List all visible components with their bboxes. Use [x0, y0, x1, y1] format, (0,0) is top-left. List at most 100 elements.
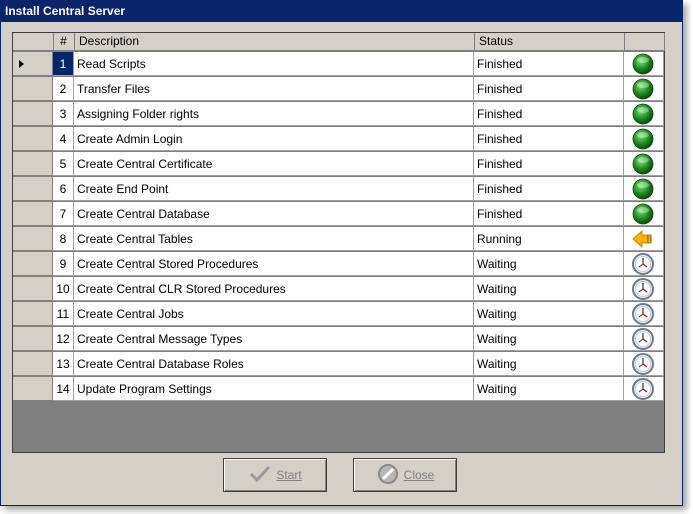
row-selector[interactable]	[13, 252, 53, 276]
row-status: Waiting	[474, 377, 624, 401]
row-selector[interactable]	[13, 52, 53, 76]
row-description: Create Central Stored Procedures	[74, 252, 474, 276]
row-number: 2	[53, 77, 74, 101]
table-row[interactable]: 14 Update Program Settings Waiting	[13, 377, 664, 401]
running-arrow-icon	[632, 230, 652, 248]
green-check-icon	[632, 128, 654, 150]
check-icon	[248, 462, 272, 489]
cancel-icon	[376, 462, 400, 489]
row-status-icon-cell	[624, 277, 664, 301]
close-label: Close	[403, 468, 435, 482]
row-status-icon-cell	[624, 377, 664, 401]
row-description: Transfer Files	[74, 77, 474, 101]
row-status-icon-cell	[624, 77, 664, 101]
row-selector[interactable]	[13, 127, 53, 151]
clock-icon	[632, 303, 654, 325]
row-selector[interactable]	[13, 352, 53, 376]
row-description: Create Central Tables	[74, 227, 474, 251]
header-status[interactable]: Status	[474, 33, 625, 51]
current-row-arrow-icon	[19, 60, 24, 68]
row-selector[interactable]	[13, 77, 53, 101]
green-check-icon	[632, 203, 654, 225]
start-button[interactable]: Start	[223, 458, 327, 492]
row-status: Waiting	[474, 302, 624, 326]
row-status-icon-cell	[624, 252, 664, 276]
header-selector	[13, 33, 54, 51]
row-number: 13	[53, 352, 74, 376]
clock-icon	[632, 353, 654, 375]
green-check-icon	[632, 78, 654, 100]
row-status-icon-cell	[624, 227, 664, 251]
row-description: Create End Point	[74, 177, 474, 201]
row-status: Finished	[474, 77, 624, 101]
row-number: 14	[53, 377, 74, 401]
row-status: Waiting	[474, 327, 624, 351]
row-status: Finished	[474, 152, 624, 176]
row-number: 9	[53, 252, 74, 276]
row-status: Waiting	[474, 277, 624, 301]
row-status-icon-cell	[624, 202, 664, 226]
row-number: 12	[53, 327, 74, 351]
clock-icon	[632, 278, 654, 300]
row-status-icon-cell	[624, 52, 664, 76]
green-check-icon	[632, 103, 654, 125]
row-description: Update Program Settings	[74, 377, 474, 401]
table-row[interactable]: 5 Create Central Certificate Finished	[13, 152, 664, 176]
row-description: Create Central CLR Stored Procedures	[74, 277, 474, 301]
table-row[interactable]: 9 Create Central Stored Procedures Waiting	[13, 252, 664, 276]
steps-grid[interactable]: # Description Status 1 Read Scripts Finish…	[12, 32, 665, 453]
table-row[interactable]: 2 Transfer Files Finished	[13, 77, 664, 101]
row-number: 7	[53, 202, 74, 226]
row-status-icon-cell	[624, 177, 664, 201]
row-selector[interactable]	[13, 177, 53, 201]
clock-icon	[632, 253, 654, 275]
row-number: 6	[53, 177, 74, 201]
row-number: 10	[53, 277, 74, 301]
row-number: 3	[53, 102, 74, 126]
table-row[interactable]: 7 Create Central Database Finished	[13, 202, 664, 226]
table-row[interactable]: 12 Create Central Message Types Waiting	[13, 327, 664, 351]
row-number: 11	[53, 302, 74, 326]
row-status: Finished	[474, 102, 624, 126]
row-description: Create Central Database	[74, 202, 474, 226]
table-row[interactable]: 13 Create Central Database Roles Waiting	[13, 352, 664, 376]
table-row[interactable]: 1 Read Scripts Finished	[13, 52, 664, 76]
row-selector[interactable]	[13, 227, 53, 251]
row-selector[interactable]	[13, 102, 53, 126]
row-number: 4	[53, 127, 74, 151]
clock-icon	[632, 378, 654, 400]
row-status-icon-cell	[624, 152, 664, 176]
row-selector[interactable]	[13, 152, 53, 176]
row-number: 1	[53, 52, 74, 76]
table-row[interactable]: 8 Create Central Tables Running	[13, 227, 664, 251]
row-description: Create Central Certificate	[74, 152, 474, 176]
row-number: 8	[53, 227, 74, 251]
row-status-icon-cell	[624, 302, 664, 326]
row-status-icon-cell	[624, 352, 664, 376]
table-row[interactable]: 3 Assigning Folder rights Finished	[13, 102, 664, 126]
table-row[interactable]: 10 Create Central CLR Stored Procedures Wa…	[13, 277, 664, 301]
row-status: Finished	[474, 202, 624, 226]
header-description[interactable]: Description	[74, 33, 475, 51]
row-selector[interactable]	[13, 377, 53, 401]
clock-icon	[632, 328, 654, 350]
row-status: Finished	[474, 127, 624, 151]
close-button[interactable]: Close	[353, 458, 457, 492]
table-row[interactable]: 11 Create Central Jobs Waiting	[13, 302, 664, 326]
green-check-icon	[632, 178, 654, 200]
row-selector[interactable]	[13, 277, 53, 301]
table-row[interactable]: 6 Create End Point Finished	[13, 177, 664, 201]
row-number: 5	[53, 152, 74, 176]
row-status-icon-cell	[624, 327, 664, 351]
header-num[interactable]: #	[53, 33, 75, 51]
row-description: Create Central Database Roles	[74, 352, 474, 376]
row-status: Waiting	[474, 352, 624, 376]
install-dialog: Install Central Server # Description Sta…	[0, 0, 683, 506]
row-description: Assigning Folder rights	[74, 102, 474, 126]
row-selector[interactable]	[13, 302, 53, 326]
table-row[interactable]: 4 Create Admin Login Finished	[13, 127, 664, 151]
row-selector[interactable]	[13, 202, 53, 226]
row-selector[interactable]	[13, 327, 53, 351]
grid-header: # Description Status	[13, 33, 665, 51]
start-label: Start	[276, 468, 302, 482]
